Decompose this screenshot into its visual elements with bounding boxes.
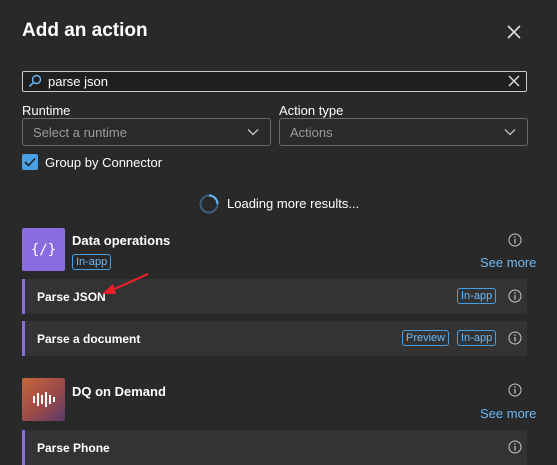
info-icon[interactable] bbox=[508, 383, 522, 397]
action-type-value: Actions bbox=[290, 125, 333, 140]
clear-search-icon[interactable] bbox=[507, 74, 521, 88]
audio-bars-icon bbox=[33, 392, 55, 407]
chevron-down-icon bbox=[504, 129, 516, 136]
add-action-panel: Add an action Runtime Select a runtime A… bbox=[0, 0, 557, 465]
action-name: Parse JSON bbox=[37, 290, 106, 304]
close-icon bbox=[507, 25, 521, 39]
connector-name: Data operations bbox=[72, 233, 171, 248]
in-app-badge: In-app bbox=[72, 254, 112, 270]
action-type-dropdown[interactable]: Actions bbox=[279, 118, 528, 146]
in-app-badge: In-app bbox=[457, 330, 497, 346]
runtime-placeholder: Select a runtime bbox=[33, 125, 127, 140]
runtime-dropdown[interactable]: Select a runtime bbox=[22, 118, 271, 146]
connector-name: DQ on Demand bbox=[72, 384, 166, 399]
action-row-parse-a-document[interactable]: Parse a document Preview In-app bbox=[22, 321, 527, 356]
svg-text:{∕}: {∕} bbox=[31, 242, 56, 258]
search-box[interactable] bbox=[22, 71, 527, 92]
dq-on-demand-logo bbox=[22, 378, 65, 421]
panel-title: Add an action bbox=[22, 20, 148, 41]
group-by-connector-label: Group by Connector bbox=[45, 155, 163, 170]
see-more-link[interactable]: See more bbox=[480, 255, 536, 270]
annotation-arrow-icon bbox=[102, 272, 149, 294]
group-by-connector-checkbox[interactable] bbox=[22, 154, 38, 170]
checkmark-icon bbox=[24, 157, 36, 167]
action-name: Parse a document bbox=[37, 332, 141, 346]
action-row-parse-phone[interactable]: Parse Phone bbox=[22, 430, 527, 465]
data-operations-logo: {∕} bbox=[22, 228, 65, 271]
loading-text: Loading more results... bbox=[227, 196, 360, 211]
info-icon[interactable] bbox=[508, 289, 522, 303]
action-name: Parse Phone bbox=[37, 441, 110, 455]
info-icon[interactable] bbox=[508, 331, 522, 345]
data-operations-icon: {∕} bbox=[31, 242, 56, 258]
info-icon[interactable] bbox=[508, 440, 522, 454]
search-icon bbox=[28, 74, 42, 88]
info-icon[interactable] bbox=[508, 233, 522, 247]
see-more-link[interactable]: See more bbox=[480, 406, 536, 421]
chevron-down-icon bbox=[247, 129, 259, 136]
close-button[interactable] bbox=[503, 21, 525, 43]
runtime-label: Runtime bbox=[22, 103, 71, 118]
search-input[interactable] bbox=[48, 72, 498, 91]
action-type-label: Action type bbox=[279, 103, 344, 118]
in-app-badge: In-app bbox=[457, 288, 497, 304]
loading-spinner-icon bbox=[199, 194, 219, 214]
preview-badge: Preview bbox=[402, 330, 450, 346]
action-row-parse-json[interactable]: Parse JSON In-app bbox=[22, 279, 527, 314]
